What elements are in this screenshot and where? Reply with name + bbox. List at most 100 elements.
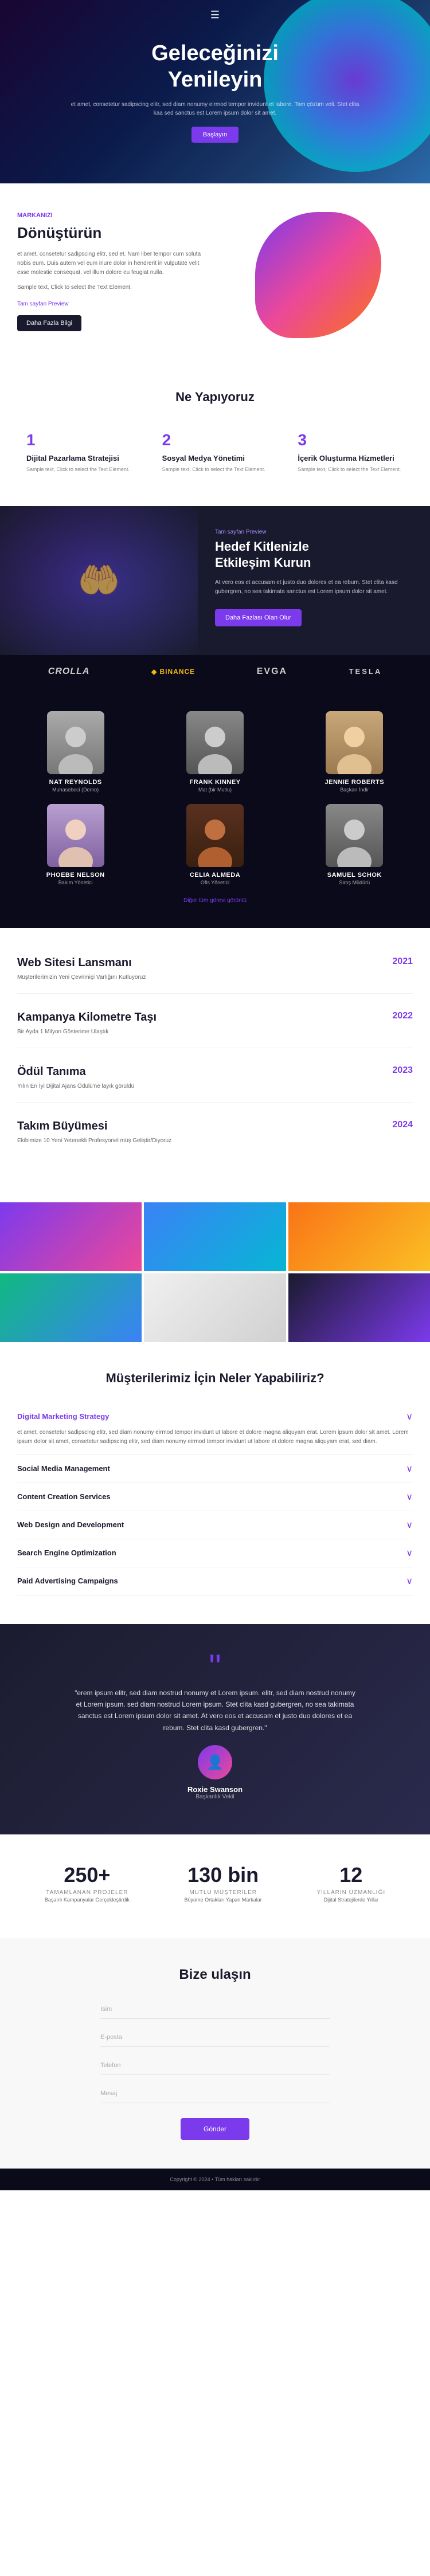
- phone-field[interactable]: [100, 2056, 330, 2075]
- service-item-3: 3 İçerik Oluşturma Hizmetleri Sample tex…: [288, 422, 413, 483]
- timeline-item-1: 2021 Web Sitesi Lansmanı Müşterilerimizi…: [17, 956, 413, 994]
- team-member-2: FRANK KINNEY Mat (bir Mutlu): [151, 711, 279, 793]
- timeline-year-2: 2022: [392, 1011, 413, 1021]
- accordion-header-5[interactable]: Search Engine Optimization ∨: [17, 1547, 413, 1559]
- engage-button[interactable]: Daha Fazlası Olan Olur: [215, 609, 302, 626]
- engage-tag: Tam sayfan Preview: [215, 529, 413, 535]
- team-member-1: NAT REYNOLDS Muhasebeci (Demo): [11, 711, 139, 793]
- quote-mark: ": [72, 1658, 358, 1676]
- timeline-text-4: Ekibimize 10 Yeni Yetenekli Profesyonel …: [17, 1136, 413, 1145]
- testimonial-section: " "erem ipsum elitr, sed diam nostrud no…: [0, 1624, 430, 1835]
- stat-number-2: 130 bin: [185, 1863, 262, 1887]
- gallery-item-4: [0, 1273, 142, 1342]
- transform-button[interactable]: Daha Fazla Bilgi: [17, 315, 81, 331]
- gallery-item-3: [288, 1202, 430, 1271]
- logo-binance: ◆ BINANCE: [151, 668, 195, 676]
- accordion-chevron-3: ∨: [406, 1491, 413, 1503]
- stat-label-2: MUTLU MÜŞTERİLER: [185, 1889, 262, 1896]
- service-item-2: 2 Sosyal Medya Yönetimi Sample text, Cli…: [153, 422, 277, 483]
- timeline-text-1: Müşterilerimizin Yeni Çevrimiçi Varlığın…: [17, 973, 413, 982]
- timeline-section: 2021 Web Sitesi Lansmanı Müşterilerimizi…: [0, 928, 430, 1202]
- timeline-year-3: 2023: [392, 1065, 413, 1076]
- services-title: Ne Yapıyoruz: [17, 390, 413, 405]
- team-role-2: Mat (bir Mutlu): [151, 787, 279, 793]
- accordion-section: Müşterilerimiz İçin Neler Yapabiliriz? D…: [0, 1342, 430, 1624]
- stat-sublabel-2: Büyüme Ortakları Yapan Markalar: [185, 1896, 262, 1904]
- accordion-header-3[interactable]: Content Creation Services ∨: [17, 1491, 413, 1503]
- testimonial-role: Başkanlık Vekil: [72, 1794, 358, 1800]
- accordion-label-1: Digital Marketing Strategy: [17, 1412, 109, 1421]
- footer-text: Copyright © 2024 • Tüm hakları saklıdır: [170, 2177, 260, 2182]
- contact-section: Bize ulaşın Gönder: [0, 1938, 430, 2169]
- accordion-label-3: Content Creation Services: [17, 1492, 111, 1501]
- team-name-6: SAMUEL SCHOK: [291, 872, 419, 879]
- logo-tesla: TESLA: [349, 667, 382, 676]
- testimonial-content: " "erem ipsum elitr, sed diam nostrud no…: [72, 1658, 358, 1801]
- service-name-2: Sosyal Medya Yönetimi: [162, 454, 268, 462]
- message-field[interactable]: [100, 2084, 330, 2103]
- stats-section: 250+ TAMAMLANAN PROJELER Başarılı Kampan…: [0, 1834, 430, 1938]
- hero-title: GeleceğiniziYenileyin: [69, 41, 361, 93]
- services-grid: 1 Dijital Pazarlama Stratejisi Sample te…: [17, 422, 413, 483]
- transform-link[interactable]: Tam sayfan Preview: [17, 301, 68, 307]
- service-name-3: İçerik Oluşturma Hizmetleri: [298, 454, 404, 462]
- service-desc-3: Sample text, Click to select the Text El…: [298, 466, 404, 474]
- timeline-title-1: Web Sitesi Lansmanı: [17, 956, 413, 970]
- accordion-header-1[interactable]: Digital Marketing Strategy ∨: [17, 1411, 413, 1422]
- team-photo-2: [186, 711, 244, 774]
- name-field[interactable]: [100, 2000, 330, 2019]
- service-number-2: 2: [162, 431, 268, 449]
- transform-tag: Markanızı: [17, 212, 206, 219]
- team-photo-1: [47, 711, 104, 774]
- stat-sublabel-1: Başarılı Kampanyalar Gerçekleştirdik: [45, 1896, 130, 1904]
- gallery-item-2: [144, 1202, 286, 1271]
- menu-icon[interactable]: ☰: [210, 9, 220, 21]
- team-name-3: JENNIE ROBERTS: [291, 779, 419, 786]
- accordion-chevron-5: ∨: [406, 1547, 413, 1559]
- accordion-chevron-4: ∨: [406, 1519, 413, 1531]
- services-section: Ne Yapıyoruz 1 Dijital Pazarlama Stratej…: [0, 367, 430, 506]
- team-name-4: PHOEBE NELSON: [11, 872, 139, 879]
- timeline-year-1: 2021: [392, 956, 413, 967]
- email-field[interactable]: [100, 2028, 330, 2047]
- timeline-title-3: Ödül Tanıma: [17, 1065, 413, 1079]
- team-name-5: CELIA ALMEDA: [151, 872, 279, 879]
- testimonial-text: "erem ipsum elitr, sed diam nostrud nonu…: [72, 1687, 358, 1734]
- accordion-label-6: Paid Advertising Campaigns: [17, 1577, 118, 1585]
- stat-item-3: 12 YILLARIN UZMANLIĞI Dijital Stratejile…: [316, 1863, 385, 1910]
- logo-evga: EVGA: [257, 666, 287, 677]
- hero-cta-button[interactable]: Başlayın: [191, 127, 239, 143]
- team-more-link[interactable]: Diğer tüm görevi görüntü: [183, 897, 247, 904]
- accordion-label-4: Web Design and Development: [17, 1520, 124, 1529]
- engage-image: 🤲: [0, 506, 198, 655]
- accordion-item-2: Social Media Management ∨: [17, 1455, 413, 1483]
- accordion-header-4[interactable]: Web Design and Development ∨: [17, 1519, 413, 1531]
- team-role-6: Satış Müdürü: [291, 880, 419, 885]
- accordion-label-5: Search Engine Optimization: [17, 1548, 116, 1557]
- submit-button[interactable]: Gönder: [181, 2118, 249, 2140]
- team-member-5: CELIA ALMEDA Ofis Yönetici: [151, 804, 279, 885]
- transform-title: Dönüştürün: [17, 224, 206, 243]
- transform-text1: et amet, consetetur sadipscing elitr, se…: [17, 250, 206, 277]
- accordion-header-2[interactable]: Social Media Management ∨: [17, 1463, 413, 1475]
- stat-number-1: 250+: [45, 1863, 130, 1887]
- team-photo-3: [326, 711, 383, 774]
- accordion-chevron-1: ∨: [406, 1411, 413, 1422]
- stat-item-2: 130 bin MUTLU MÜŞTERİLER Büyüme Ortaklar…: [185, 1863, 262, 1910]
- accordion-body-1: et amet, consetetur sadipscing elitr, se…: [17, 1422, 413, 1446]
- engage-content: Tam sayfan Preview Hedef KitlenizleEtkil…: [198, 506, 430, 655]
- timeline-item-3: 2023 Ödül Tanıma Yılın En İyi Dijital Aj…: [17, 1065, 413, 1103]
- service-desc-1: Sample text, Click to select the Text El…: [26, 466, 132, 474]
- accordion-item-1: Digital Marketing Strategy ∨ et amet, co…: [17, 1403, 413, 1455]
- team-photo-5: [186, 804, 244, 867]
- accordion-item-3: Content Creation Services ∨: [17, 1483, 413, 1511]
- testimonial-name: Roxie Swanson: [72, 1785, 358, 1794]
- engage-title: Hedef KitlenizleEtkileşim Kurun: [215, 539, 413, 571]
- accordion-header-6[interactable]: Paid Advertising Campaigns ∨: [17, 1575, 413, 1587]
- team-role-3: Başkan İndir: [291, 787, 419, 793]
- accordion-chevron-2: ∨: [406, 1463, 413, 1475]
- transform-left: Markanızı Dönüştürün et amet, consetetur…: [17, 212, 206, 331]
- stat-label-3: YILLARIN UZMANLIĞI: [316, 1889, 385, 1896]
- team-grid: NAT REYNOLDS Muhasebeci (Demo) FRANK KIN…: [11, 711, 419, 885]
- accordion-item-4: Web Design and Development ∨: [17, 1511, 413, 1539]
